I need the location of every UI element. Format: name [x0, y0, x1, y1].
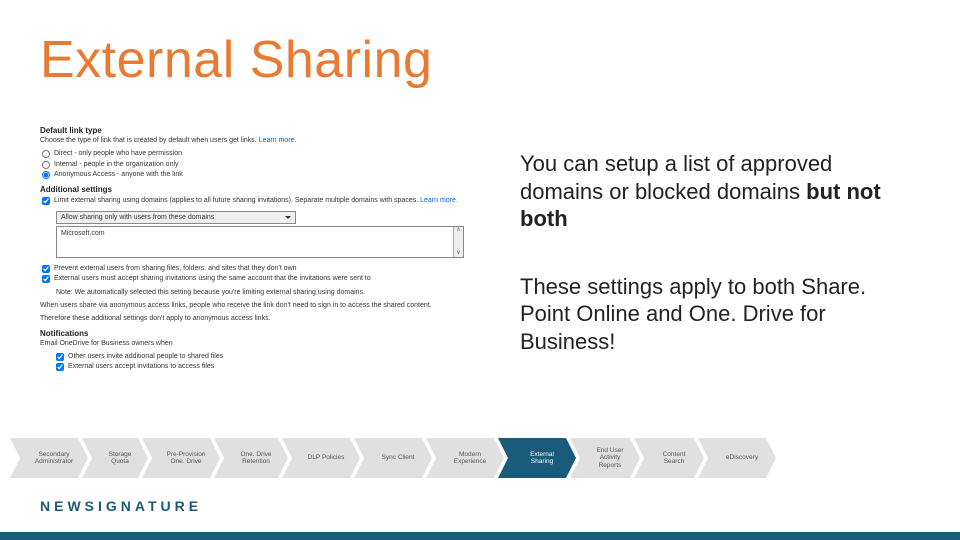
anon-info-2: Therefore these additional settings don'… [40, 314, 500, 323]
learn-more-link-2[interactable]: Learn more. [420, 197, 458, 204]
timeline-step-7[interactable]: External Sharing [498, 438, 576, 478]
check-same-account[interactable]: External users must accept sharing invit… [42, 274, 500, 283]
radio-internal[interactable]: Internal - people in the organization on… [42, 160, 500, 169]
timeline-step-4[interactable]: DLP Policies [282, 438, 360, 478]
default-link-subtext: Choose the type of link that is created … [40, 136, 500, 145]
page-title: External Sharing [40, 30, 432, 90]
scrollbar[interactable]: ∧∨ [453, 227, 463, 257]
progress-timeline: Secondary AdministratorStorage QuotaPre-… [10, 438, 776, 478]
radio-direct[interactable]: Direct - only people who have permission [42, 149, 500, 158]
brand-logo: NEWSIGNATURE [40, 498, 202, 514]
default-link-heading: Default link type [40, 126, 500, 136]
explanation-text: You can setup a list of approved domains… [520, 150, 920, 395]
timeline-step-3[interactable]: One. Drive Retention [214, 438, 288, 478]
timeline-step-0[interactable]: Secondary Administrator [10, 438, 88, 478]
note-auto-selected: Note: We automatically selected this set… [56, 288, 500, 297]
timeline-step-1[interactable]: Storage Quota [82, 438, 148, 478]
explanation-p2: These settings apply to both Share. Poin… [520, 273, 920, 356]
anon-info-1: When users share via anonymous access li… [40, 301, 500, 310]
learn-more-link[interactable]: Learn more. [259, 137, 297, 144]
timeline-step-2[interactable]: Pre-Provision One. Drive [142, 438, 220, 478]
notifications-heading: Notifications [40, 329, 500, 339]
radio-anonymous[interactable]: Anonymous Access - anyone with the link [42, 170, 500, 179]
explanation-p1: You can setup a list of approved domains… [520, 150, 920, 233]
check-prevent-external[interactable]: Prevent external users from sharing file… [42, 264, 500, 273]
settings-panel: Default link type Choose the type of lin… [40, 120, 500, 372]
domain-filter-dropdown[interactable]: Allow sharing only with users from these… [56, 211, 296, 224]
timeline-step-5[interactable]: Sync Client [354, 438, 432, 478]
timeline-step-6[interactable]: Modern Experience [426, 438, 504, 478]
timeline-step-10[interactable]: eDiscovery [698, 438, 776, 478]
additional-settings-heading: Additional settings [40, 185, 500, 195]
footer-bar [0, 532, 960, 540]
domains-textarea[interactable]: Microsoft.com ∧∨ [56, 226, 464, 258]
timeline-step-8[interactable]: End User Activity Reports [570, 438, 640, 478]
timeline-step-9[interactable]: Content Search [634, 438, 704, 478]
check-limit-domains[interactable]: Limit external sharing using domains (ap… [42, 196, 500, 205]
notifications-subtext: Email OneDrive for Business owners when [40, 339, 500, 348]
check-notify-accept[interactable]: External users accept invitations to acc… [56, 362, 500, 371]
check-notify-invite[interactable]: Other users invite additional people to … [56, 352, 500, 361]
